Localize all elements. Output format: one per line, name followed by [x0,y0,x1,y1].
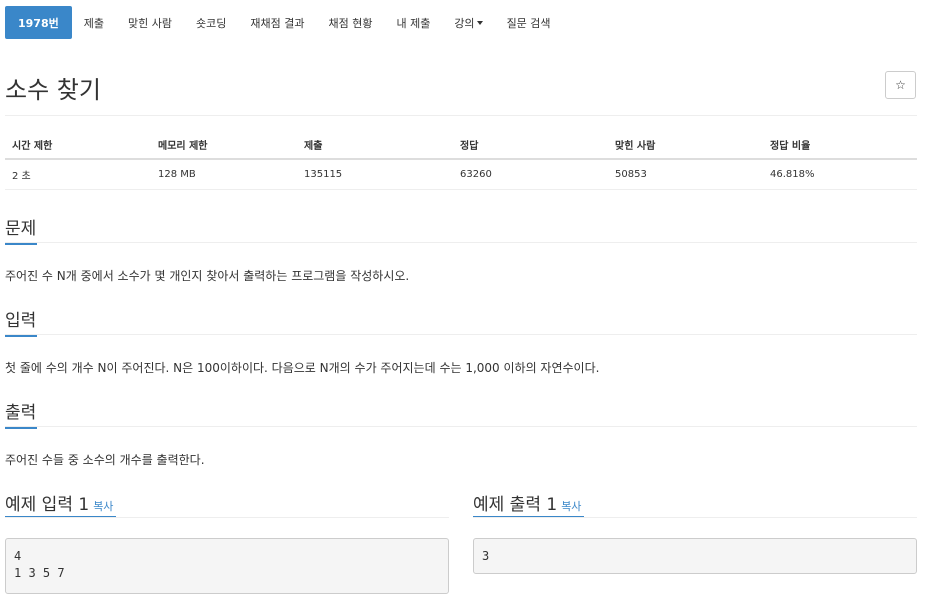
time-limit-value: 2 초 [5,159,151,190]
header-time-limit: 시간 제한 [5,131,151,160]
header-solved-users: 맞힌 사람 [608,131,763,160]
accepted-value: 63260 [453,159,608,190]
header-accepted: 정답 [453,131,608,160]
output-description: 주어진 수들 중 소수의 개수를 출력한다. [5,453,205,467]
problem-description: 주어진 수 N개 중에서 소수가 몇 개인지 찾아서 출력하는 프로그램을 작성… [5,269,410,283]
section-divider [5,242,917,243]
nav-tab-my-submissions[interactable]: 내 제출 [384,6,442,39]
nav-tab-rejudge-results[interactable]: 재채점 결과 [238,6,316,39]
problem-nav: 1978번 제출 맞힌 사람 숏코딩 재채점 결과 채점 현황 내 제출 강의 … [5,6,563,39]
table-row: 2 초 128 MB 135115 63260 50853 46.818% [5,159,917,190]
problem-heading-text: 문제 [5,219,37,239]
section-divider [5,426,917,427]
nav-tab-submit[interactable]: 제출 [72,6,116,39]
nav-tab-short-coding[interactable]: 숏코딩 [184,6,238,39]
input-section-heading: 입력 [5,306,37,337]
accept-ratio-value: 46.818% [763,159,917,190]
output-section-heading: 출력 [5,398,37,429]
header-accept-ratio: 정답 비율 [763,131,917,160]
solved-users-value: 50853 [608,159,763,190]
sample-input-box: 4 1 3 5 7 [5,538,449,594]
nav-tab-problem[interactable]: 1978번 [5,6,72,39]
nav-tab-lectures-dropdown[interactable]: 강의 [442,6,494,39]
nav-tab-question-search[interactable]: 질문 검색 [495,6,563,39]
heading-underline [5,335,37,337]
table-header-row: 시간 제한 메모리 제한 제출 정답 맞힌 사람 정답 비율 [5,131,917,160]
caret-down-icon [476,20,483,25]
heading-underline [5,243,37,245]
output-heading-text: 출력 [5,403,37,423]
sample-input-heading: 예제 입력 1 복사 [5,490,113,515]
sample-output-box: 3 [473,538,917,574]
section-divider [5,334,917,335]
page-title: 소수 찾기 [5,76,101,104]
section-divider [473,517,917,518]
header-memory-limit: 메모리 제한 [151,131,297,160]
favorite-star-button[interactable]: ☆ [885,71,916,99]
nav-tab-judge-status[interactable]: 채점 현황 [316,6,384,39]
title-divider [5,115,917,116]
submissions-value: 135115 [297,159,453,190]
copy-sample-output-button[interactable]: 복사 [561,500,581,513]
star-icon: ☆ [895,78,906,92]
sample-output-heading: 예제 출력 1 복사 [473,490,581,515]
input-heading-text: 입력 [5,311,37,331]
problem-info-table: 시간 제한 메모리 제한 제출 정답 맞힌 사람 정답 비율 2 초 128 M… [5,131,917,190]
problem-section-heading: 문제 [5,214,37,245]
sample-output-title: 예제 출력 1 [473,495,558,515]
input-description: 첫 줄에 수의 개수 N이 주어진다. N은 100이하이다. 다음으로 N개의… [5,361,600,375]
memory-limit-value: 128 MB [151,159,297,190]
copy-sample-input-button[interactable]: 복사 [93,500,113,513]
sample-input-title: 예제 입력 1 [5,495,90,515]
header-submissions: 제출 [297,131,453,160]
heading-underline [5,427,37,429]
section-divider [5,517,449,518]
nav-tab-solved-users[interactable]: 맞힌 사람 [116,6,184,39]
nav-tab-lectures-label: 강의 [454,16,475,30]
